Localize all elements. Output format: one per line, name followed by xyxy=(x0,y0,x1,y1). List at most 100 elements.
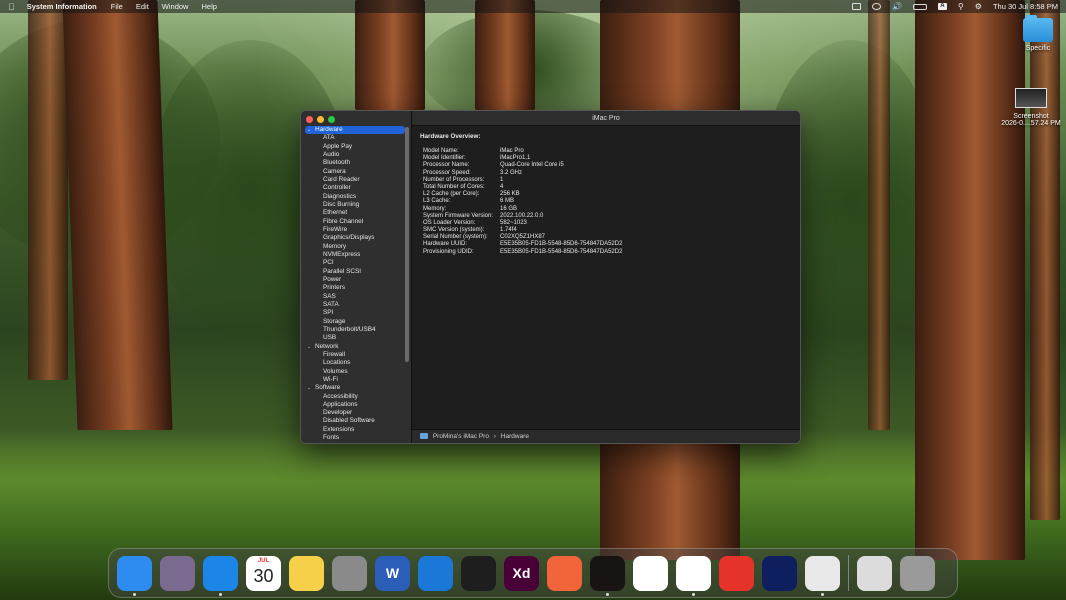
chevron-down-icon[interactable]: ⌄ xyxy=(307,126,315,134)
minimize-button[interactable] xyxy=(317,116,324,123)
system-settings-icon[interactable] xyxy=(332,555,367,591)
sidebar-item[interactable]: Controller xyxy=(305,184,405,192)
sidebar-item[interactable]: Thunderbolt/USB4 xyxy=(305,326,405,334)
control-center-icon[interactable]: ⚙ xyxy=(975,2,982,11)
trash-icon[interactable] xyxy=(900,555,935,591)
chevron-down-icon[interactable]: ⌄ xyxy=(307,343,315,351)
menu-edit[interactable]: Edit xyxy=(136,2,149,11)
sidebar-item[interactable]: Disc Burning xyxy=(305,201,405,209)
sidebar-item[interactable]: Bluetooth xyxy=(305,159,405,167)
apple-menu-icon[interactable]:  xyxy=(8,2,15,12)
overview-value: iMac Pro xyxy=(500,148,524,154)
clock[interactable]: Thu 30 Jul 8:58 PM xyxy=(993,2,1058,11)
sidebar-item[interactable]: NVMExpress xyxy=(305,251,405,259)
overview-row: Model Name: iMac Pro xyxy=(420,148,792,155)
menu-window[interactable]: Window xyxy=(162,2,189,11)
sidebar-item[interactable]: Volumes xyxy=(305,368,405,376)
xcode-icon[interactable] xyxy=(418,555,453,591)
sidebar-item[interactable]: Audio xyxy=(305,151,405,159)
sidebar-item[interactable]: Parallel SCSI xyxy=(305,268,405,276)
path-computer[interactable]: ProMina's iMac Pro xyxy=(433,433,489,440)
desktop-folder[interactable]: Specific xyxy=(1014,15,1062,52)
window-controls xyxy=(306,116,335,123)
word-icon[interactable]: W xyxy=(375,555,410,591)
sidebar-category-label: Network xyxy=(315,342,339,350)
desktop-screenshot-file[interactable]: Screenshot 2026-0....57.24 PM xyxy=(1000,88,1062,127)
safari-icon[interactable] xyxy=(203,555,238,596)
vscode-icon[interactable] xyxy=(633,555,668,591)
input-source-icon[interactable]: A xyxy=(937,3,947,10)
overview-row: L3 Cache: 6 MB xyxy=(420,198,792,205)
sidebar-item[interactable]: Locations xyxy=(305,359,405,367)
sidebar-item[interactable]: ATA xyxy=(305,134,405,142)
hardware-overview: Hardware Overview: Model Name: iMac Pro Mo… xyxy=(412,126,800,263)
calendar-icon[interactable]: JUL 30 xyxy=(246,555,281,591)
zoom-button[interactable] xyxy=(328,116,335,123)
sidebar-item[interactable]: SAS xyxy=(305,293,405,301)
sidebar-item[interactable]: Power xyxy=(305,276,405,284)
sidebar-item[interactable]: Developer xyxy=(305,409,405,417)
desktop-folder-label: Specific xyxy=(1025,45,1051,52)
overview-value: 1.74f4 xyxy=(500,227,517,234)
search-icon[interactable]: ⚲ xyxy=(958,2,964,11)
sidebar-item[interactable]: Fonts xyxy=(305,434,405,442)
sidebar-scrollbar[interactable] xyxy=(405,127,409,362)
running-indicator xyxy=(133,592,136,596)
sidebar-item[interactable]: Apple Pay xyxy=(305,143,405,151)
sidebar-item[interactable]: FireWire xyxy=(305,226,405,234)
sidebar-category-software[interactable]: ⌄ Software xyxy=(305,384,405,392)
system-information-icon[interactable] xyxy=(805,555,840,596)
close-button[interactable] xyxy=(306,116,313,123)
battery-icon[interactable] xyxy=(912,3,927,10)
finder-icon[interactable] xyxy=(117,555,152,596)
sidebar-item[interactable]: Graphics/Displays xyxy=(305,234,405,242)
overview-key: OS Loader Version: xyxy=(423,219,476,226)
screen-share-icon[interactable] xyxy=(851,3,861,10)
sidebar-item[interactable]: Camera xyxy=(305,168,405,176)
screenshot-label-line2: 2026-0....57.24 PM xyxy=(1001,120,1061,127)
sidebar-item[interactable]: Accessibility xyxy=(305,393,405,401)
downloads-icon[interactable] xyxy=(857,555,892,591)
sidebar-item[interactable]: SATA xyxy=(305,301,405,309)
sidebar-item[interactable]: Printers xyxy=(305,284,405,292)
sidebar-item[interactable]: Ethernet xyxy=(305,209,405,217)
figma-icon[interactable] xyxy=(461,555,496,591)
sidebar-item[interactable]: PCI xyxy=(305,259,405,267)
spotify-icon[interactable] xyxy=(590,555,625,596)
adobe-xd-icon[interactable]: Xd xyxy=(504,555,539,591)
path-section[interactable]: Hardware xyxy=(501,433,529,440)
sidebar-item[interactable]: Extensions xyxy=(305,426,405,434)
teamviewer-icon[interactable] xyxy=(762,555,797,591)
tree-trunk xyxy=(28,0,68,380)
sidebar-item[interactable]: Wi-Fi xyxy=(305,376,405,384)
volume-icon[interactable]: 🔊 xyxy=(892,2,902,11)
overview-value: 4 xyxy=(500,183,504,190)
sidebar-item[interactable]: Fibre Channel xyxy=(305,218,405,226)
app-menu[interactable]: System Information xyxy=(27,2,97,11)
sidebar-category-hardware[interactable]: ⌄ Hardware xyxy=(305,126,405,135)
launchpad-icon[interactable] xyxy=(160,555,195,591)
chevron-down-icon[interactable]: ⌄ xyxy=(307,384,315,392)
notes-icon[interactable] xyxy=(289,555,324,591)
sidebar-category-network[interactable]: ⌄ Network xyxy=(305,343,405,351)
overview-heading: Hardware Overview: xyxy=(420,133,481,140)
overview-row: Number of Processors: 1 xyxy=(420,177,792,184)
sidebar-item[interactable]: Applications xyxy=(305,401,405,409)
pen-app-icon[interactable] xyxy=(547,555,582,591)
sidebar-item[interactable]: Memory xyxy=(305,243,405,251)
chrome-icon[interactable] xyxy=(676,555,711,596)
sidebar-item[interactable]: Storage xyxy=(305,318,405,326)
menu-help[interactable]: Help xyxy=(201,2,216,11)
sidebar-item[interactable]: USB xyxy=(305,334,405,342)
sidebar-item[interactable]: SPI xyxy=(305,309,405,317)
sidebar-item[interactable]: Diagnostics xyxy=(305,193,405,201)
screenshot-label-line1: Screenshot xyxy=(1013,113,1049,120)
sidebar-item[interactable]: Firewall xyxy=(305,351,405,359)
sidebar-item[interactable]: Card Reader xyxy=(305,176,405,184)
menu-file[interactable]: File xyxy=(111,2,123,11)
sidebar-item[interactable]: Disabled Software xyxy=(305,417,405,425)
overview-key: Processor Name: xyxy=(423,162,470,169)
anydesk-icon[interactable] xyxy=(719,555,754,591)
overview-value: 582~1023 xyxy=(500,219,527,226)
bluetooth-icon[interactable] xyxy=(871,3,881,10)
